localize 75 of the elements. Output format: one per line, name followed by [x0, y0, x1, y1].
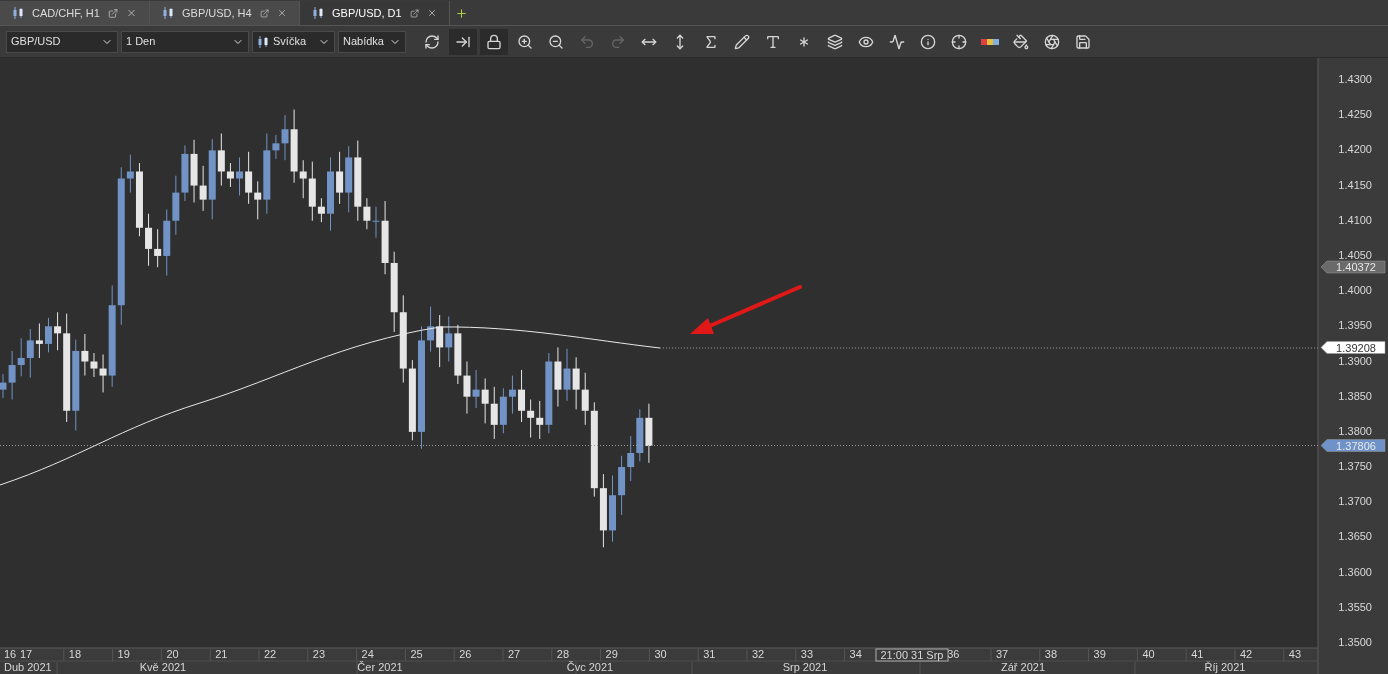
- week-label: 27: [508, 648, 521, 660]
- week-label: 21: [215, 648, 228, 660]
- price-label: 1.4050: [1338, 248, 1372, 261]
- month-label: Říj 2021: [1204, 661, 1246, 673]
- week-label: 19: [117, 648, 130, 660]
- week-label: 33: [800, 648, 814, 660]
- week-label: 43: [1288, 648, 1302, 660]
- price-label: 1.3600: [1338, 565, 1372, 578]
- month-label: Zář 2021: [1001, 661, 1045, 673]
- price-tag-label: 1.39208: [1336, 341, 1376, 354]
- month-label: Čer 2021: [357, 661, 403, 673]
- price-tag-label: 1.40372: [1336, 261, 1376, 273]
- week-label: 30: [654, 648, 667, 660]
- week-label: 17: [20, 648, 33, 660]
- plus-icon: [454, 6, 468, 20]
- week-label: 37: [996, 648, 1009, 660]
- lock-icon[interactable]: [480, 28, 508, 55]
- chart-tab[interactable]: CAD/CHF, H1: [0, 1, 150, 25]
- price-label: 1.3550: [1338, 600, 1372, 613]
- week-label: 41: [1191, 648, 1204, 660]
- week-label: 23: [312, 648, 326, 660]
- week-label: 39: [1093, 648, 1106, 660]
- week-label: 42: [1240, 648, 1253, 660]
- month-label: Dub 2021: [4, 661, 52, 673]
- price-label: 1.3950: [1338, 319, 1372, 332]
- week-label: 22: [264, 648, 277, 660]
- week-label: 32: [752, 648, 765, 660]
- week-label: 34: [849, 648, 862, 660]
- dropdown[interactable]: 1 Den: [121, 30, 249, 53]
- price-label: 1.3850: [1338, 389, 1372, 402]
- detach-icon[interactable]: [259, 7, 269, 19]
- week-label: 16: [4, 648, 17, 660]
- price-label: 1.3800: [1338, 424, 1372, 437]
- price-label: 1.4200: [1338, 143, 1372, 156]
- price-label: 1.4000: [1338, 284, 1372, 297]
- dropdown[interactable]: Svíčka: [252, 30, 335, 53]
- dropdown[interactable]: Nabídka: [338, 30, 406, 53]
- candlestick-icon: [257, 35, 269, 48]
- candlestick-icon: [312, 7, 324, 19]
- price-label: 1.4150: [1338, 178, 1372, 191]
- chart-tab[interactable]: GBP/USD, H4: [150, 1, 300, 25]
- detach-icon[interactable]: [409, 7, 419, 19]
- price-label: 1.4250: [1338, 108, 1372, 121]
- candlestick-icon: [162, 7, 174, 19]
- week-label: 38: [1044, 648, 1058, 660]
- price-tag-label: 1.37806: [1336, 439, 1376, 452]
- crosshair-time-label: 21:00 31 Srp: [875, 648, 949, 662]
- week-label: 18: [68, 648, 82, 660]
- week-label: 40: [1142, 648, 1155, 660]
- week-label: 20: [166, 648, 179, 660]
- price-label: 1.4300: [1338, 73, 1372, 85]
- price-label: 1.3650: [1338, 530, 1372, 543]
- week-label: 26: [459, 648, 472, 660]
- week-label: 31: [703, 648, 716, 660]
- close-icon[interactable]: [426, 7, 437, 19]
- month-label: Srp 2021: [782, 661, 828, 673]
- price-label: 1.4100: [1338, 213, 1372, 226]
- candlestick-icon: [12, 7, 24, 19]
- week-label: 25: [410, 648, 423, 660]
- month-label: Čvc 2021: [566, 661, 614, 673]
- price-label: 1.3700: [1338, 495, 1372, 508]
- close-icon[interactable]: [276, 7, 287, 19]
- arrow-right-icon[interactable]: [449, 28, 477, 55]
- candle: [609, 475, 616, 543]
- price-label: 1.3750: [1338, 460, 1372, 473]
- dropdown[interactable]: GBP/USD: [6, 30, 118, 53]
- week-label: 36: [947, 648, 960, 660]
- week-label: 24: [361, 648, 374, 660]
- week-label: 29: [605, 648, 618, 660]
- week-label: 28: [556, 648, 570, 660]
- price-label: 1.3900: [1338, 354, 1372, 367]
- price-label: 1.3500: [1338, 636, 1372, 649]
- month-label: Kvě 2021: [139, 661, 187, 673]
- detach-icon[interactable]: [107, 7, 118, 19]
- candle: [45, 317, 52, 353]
